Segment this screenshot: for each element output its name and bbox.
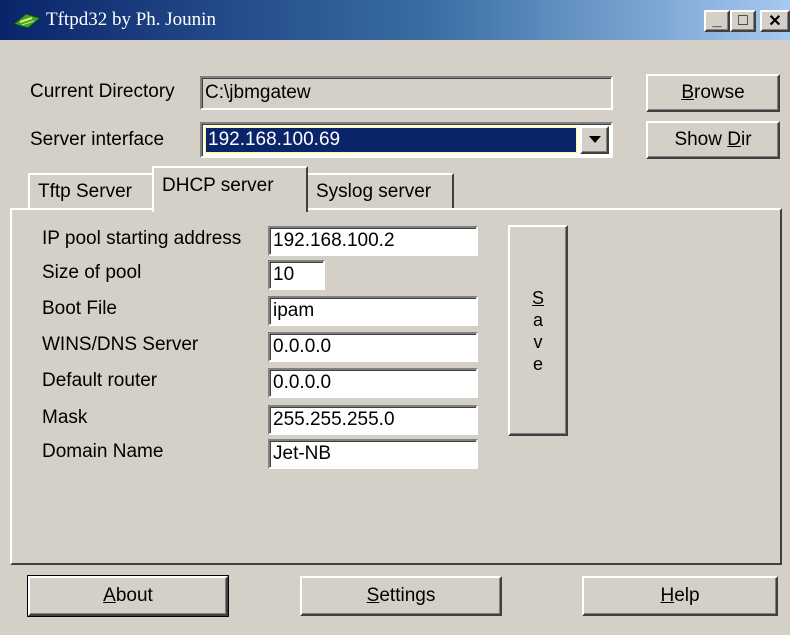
boot-file-input[interactable] xyxy=(268,296,478,326)
domain-name-label: Domain Name xyxy=(42,441,164,462)
mask-label: Mask xyxy=(42,407,88,428)
maximize-icon: □ xyxy=(738,12,748,29)
server-interface-label: Server interface xyxy=(30,129,165,150)
mask-input[interactable] xyxy=(268,405,478,435)
minimize-button[interactable]: _ xyxy=(704,10,730,32)
show-dir-key: D xyxy=(727,129,741,150)
tab-dhcp-server[interactable]: DHCP server xyxy=(152,166,308,212)
browse-key: B xyxy=(681,82,694,103)
boot-file-label: Boot File xyxy=(42,298,117,319)
ip-pool-start-input[interactable] xyxy=(268,226,478,256)
ip-pool-start-label: IP pool starting address xyxy=(42,228,242,249)
tab-label: Syslog server xyxy=(316,181,432,202)
show-dir-prefix: Show xyxy=(674,129,728,150)
settings-key: S xyxy=(366,585,380,606)
server-interface-select[interactable]: 192.168.100.69 xyxy=(200,122,613,158)
settings-label-rest: ettings xyxy=(379,585,436,606)
server-interface-value: 192.168.100.69 xyxy=(205,127,577,153)
close-button[interactable]: ✕ xyxy=(760,10,790,32)
about-key: A xyxy=(103,585,116,606)
pool-size-input[interactable] xyxy=(268,260,325,290)
current-directory-label: Current Directory xyxy=(30,81,175,102)
close-icon: ✕ xyxy=(768,13,782,30)
help-key: H xyxy=(660,585,675,606)
wins-dns-label: WINS/DNS Server xyxy=(42,334,199,355)
default-router-label: Default router xyxy=(42,370,158,391)
tab-syslog-server[interactable]: Syslog server xyxy=(306,173,454,209)
show-dir-rest: ir xyxy=(740,129,752,150)
save-letter: v xyxy=(533,331,543,352)
pool-size-label: Size of pool xyxy=(42,262,142,283)
maximize-button[interactable]: □ xyxy=(730,10,756,32)
about-button[interactable]: About xyxy=(27,575,229,617)
save-letter: e xyxy=(532,353,543,374)
minimize-icon: _ xyxy=(712,12,722,29)
save-button[interactable]: S a v e xyxy=(508,225,568,436)
window-title: Tftpd32 by Ph. Jounin xyxy=(46,9,216,30)
default-router-input[interactable] xyxy=(268,368,478,398)
about-label-rest: bout xyxy=(115,585,153,606)
help-label-rest: elp xyxy=(674,585,700,606)
tftpd-app-icon xyxy=(12,13,42,29)
save-letter: S xyxy=(531,287,544,308)
show-dir-button[interactable]: Show Dir xyxy=(646,121,780,159)
tab-label: DHCP server xyxy=(162,175,274,196)
interface-dropdown-button[interactable] xyxy=(580,126,609,154)
browse-label-rest: rowse xyxy=(694,82,745,103)
tab-label: Tftp Server xyxy=(38,181,132,202)
title-bar[interactable]: Tftpd32 by Ph. Jounin _ □ ✕ xyxy=(0,0,790,40)
domain-name-input[interactable] xyxy=(268,439,478,469)
current-directory-field[interactable] xyxy=(200,76,613,110)
browse-button[interactable]: Browse xyxy=(646,74,780,112)
settings-button[interactable]: Settings xyxy=(300,576,502,616)
save-letter: a xyxy=(532,309,543,330)
help-button[interactable]: Help xyxy=(582,576,778,616)
wins-dns-input[interactable] xyxy=(268,332,478,362)
tab-tftp-server[interactable]: Tftp Server xyxy=(28,173,154,209)
dropdown-arrow-icon xyxy=(588,136,601,143)
